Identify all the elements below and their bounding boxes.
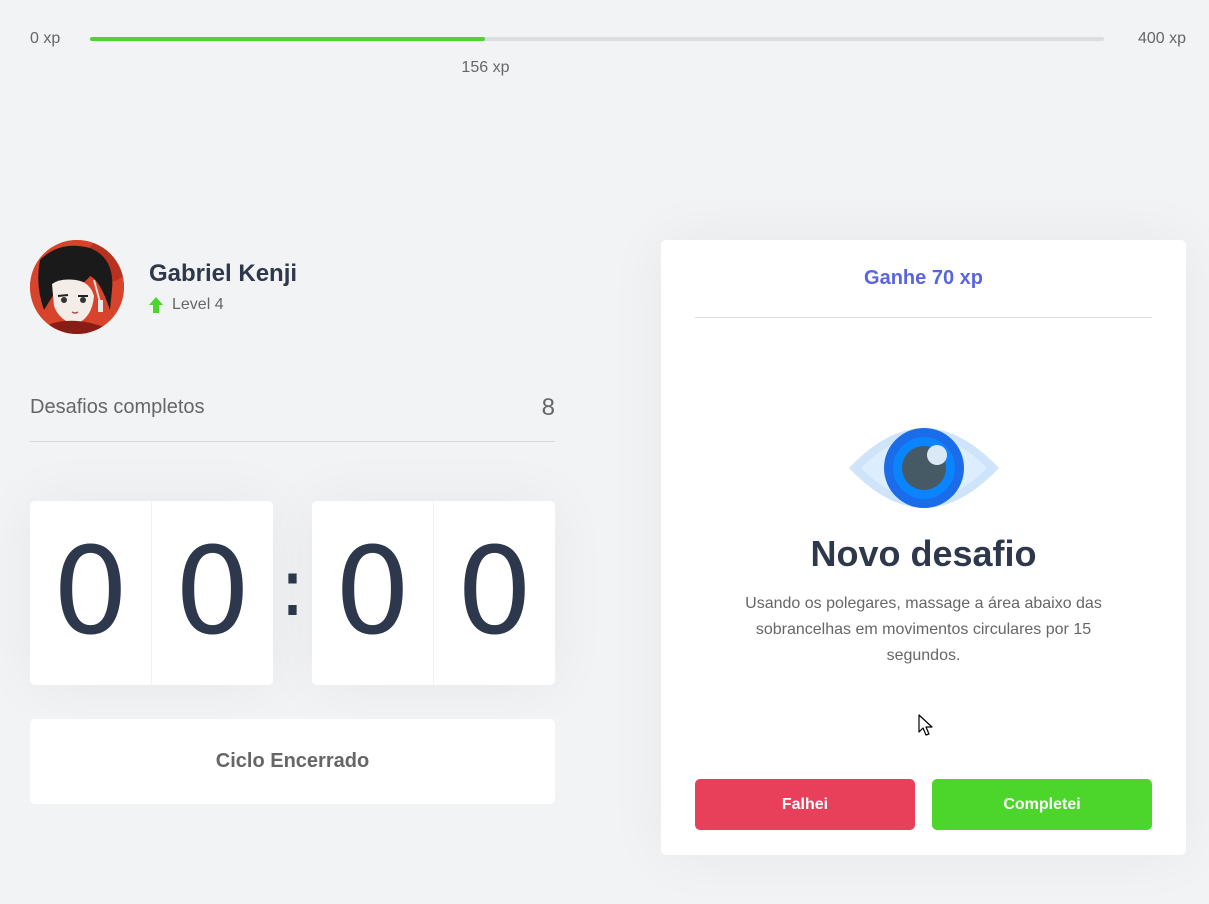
challenge-reward: Ganhe 70 xp [695, 240, 1152, 318]
cycle-ended-button[interactable]: Ciclo Encerrado [30, 719, 555, 804]
xp-track: 156 xp [90, 37, 1104, 76]
completed-challenges-label: Desafios completos [30, 396, 205, 418]
mouse-cursor-icon [918, 714, 933, 736]
eye-icon [849, 428, 999, 508]
xp-min-label: 0 xp [30, 30, 61, 47]
xp-max-label: 400 xp [1137, 30, 1186, 47]
avatar-image [30, 240, 124, 334]
failed-button[interactable]: Falhei [695, 779, 915, 830]
experience-bar: 0 xp 156 xp 400 xp [30, 28, 1186, 76]
profile: Gabriel Kenji Level 4 [30, 240, 297, 334]
level-label: Level 4 [172, 296, 224, 313]
challenge-card: Ganhe 70 xp Novo desafio Usando os poleg… [661, 240, 1186, 855]
completed-challenges: Desafios completos 8 [30, 392, 555, 442]
countdown-seconds: 0 0 [312, 501, 555, 685]
completed-challenges-count: 8 [541, 394, 555, 421]
level-up-arrow-icon [149, 297, 163, 313]
countdown: 0 0 : 0 0 [30, 501, 555, 685]
minute-digit-right: 0 [174, 523, 251, 662]
level: Level 4 [149, 296, 297, 314]
profile-info: Gabriel Kenji Level 4 [149, 260, 297, 314]
countdown-minutes: 0 0 [30, 501, 273, 685]
countdown-separator: : [279, 541, 306, 634]
profile-name: Gabriel Kenji [149, 260, 298, 287]
completed-button[interactable]: Completei [932, 779, 1152, 830]
challenge-actions: Falhei Completei [695, 779, 1152, 830]
second-digit-right: 0 [456, 523, 533, 662]
xp-progress-fill [90, 37, 486, 41]
challenge-description: Usando os polegares, massage a área abai… [745, 595, 1102, 664]
challenge-title: Novo desafio [810, 533, 1037, 574]
avatar [30, 240, 124, 334]
second-digit-left: 0 [312, 501, 434, 685]
xp-current-label: 156 xp [461, 59, 510, 76]
minute-digit-left: 0 [30, 501, 152, 685]
